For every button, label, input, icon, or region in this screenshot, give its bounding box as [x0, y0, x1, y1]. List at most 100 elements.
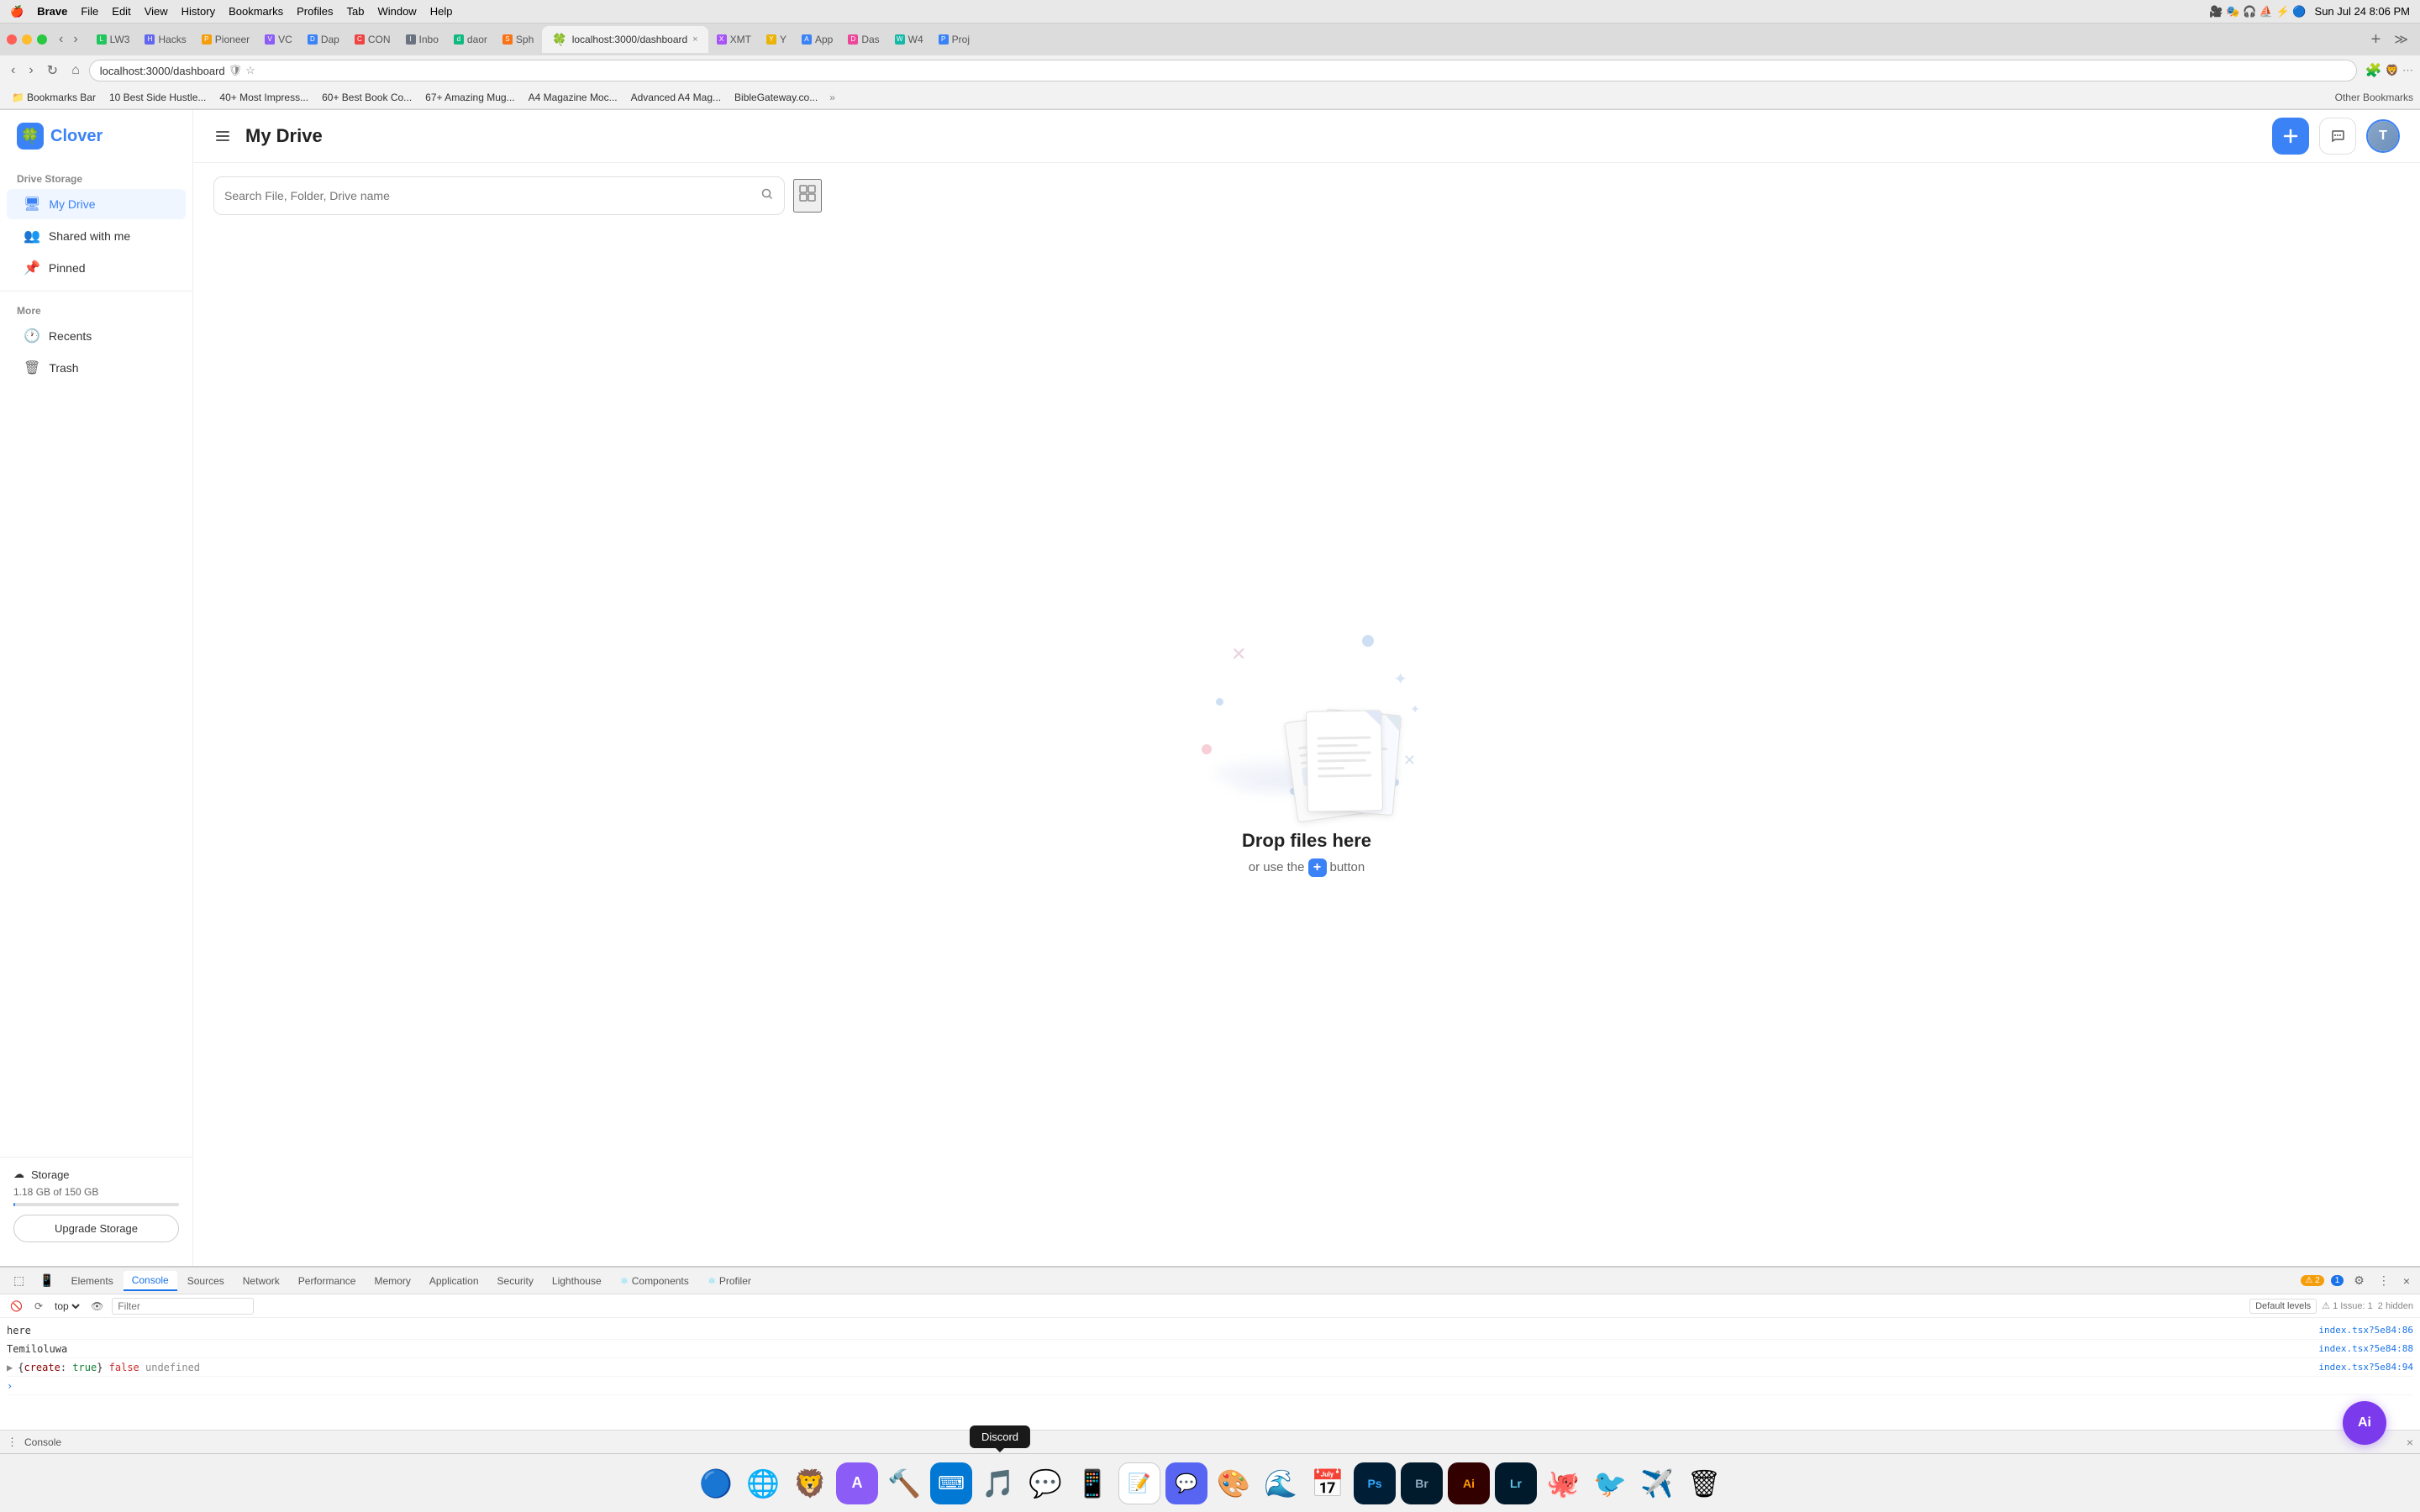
tab-con[interactable]: C CON	[348, 28, 397, 51]
dock-arc[interactable]: A	[836, 1462, 878, 1504]
dock-notion[interactable]: 📝	[1118, 1462, 1160, 1504]
bookmark-book[interactable]: 60+ Best Book Co...	[317, 90, 417, 105]
back-button[interactable]: ‹	[55, 30, 66, 49]
devtools-tab-application[interactable]: Application	[421, 1272, 487, 1290]
bookmark-mug[interactable]: 67+ Amazing Mug...	[420, 90, 519, 105]
console-link-name[interactable]: index.tsx?5e84:88	[2318, 1343, 2413, 1354]
dock-webflow[interactable]: 🌊	[1260, 1462, 1302, 1504]
devtools-tab-sources[interactable]: Sources	[179, 1272, 233, 1290]
chevron-icon[interactable]: ▶	[7, 1362, 13, 1373]
sidebar-item-trash[interactable]: 🗑 Trash	[7, 353, 186, 383]
menu-toggle-button[interactable]	[213, 127, 232, 145]
sidebar-item-recents[interactable]: 🕐 Recents	[7, 321, 186, 351]
console-top-select[interactable]: top	[51, 1299, 82, 1313]
sidebar-item-shared-with-me[interactable]: 👥 Shared with me	[7, 221, 186, 251]
console-filter-button[interactable]: ⟳	[31, 1299, 46, 1314]
sidebar-item-my-drive[interactable]: 🖥 My Drive	[7, 189, 186, 219]
user-avatar[interactable]: T	[2366, 119, 2400, 153]
devtools-inspect-button[interactable]: ⬚	[7, 1272, 31, 1289]
refresh-button[interactable]: ↻	[43, 60, 62, 81]
devtools-close-status-button[interactable]: ×	[2407, 1436, 2413, 1449]
devtools-menu-button[interactable]: ⋮	[7, 1436, 18, 1449]
back-nav-button[interactable]: ‹	[7, 61, 19, 80]
minimize-window-button[interactable]	[22, 34, 32, 45]
dock-vscode[interactable]: ⌨	[930, 1462, 972, 1504]
tab-y[interactable]: Y Y	[760, 28, 793, 51]
dock-twitter[interactable]: 🐦	[1589, 1462, 1631, 1504]
tab-proj[interactable]: P Proj	[932, 28, 976, 51]
file-menu[interactable]: File	[81, 5, 98, 18]
devtools-tab-network[interactable]: Network	[234, 1272, 288, 1290]
window-menu[interactable]: Window	[377, 5, 416, 18]
dock-photoshop[interactable]: Ps	[1354, 1462, 1396, 1504]
app-logo[interactable]: 🍀 Clover	[0, 123, 192, 166]
devtools-tab-components[interactable]: ⚛ Components	[612, 1272, 697, 1290]
drop-zone[interactable]: ✕ ✕ ✦ ✦	[193, 228, 2420, 1266]
dock-messages[interactable]: 💬	[1024, 1462, 1066, 1504]
search-button[interactable]	[760, 187, 774, 205]
devtools-tab-lighthouse[interactable]: Lighthouse	[544, 1272, 610, 1290]
tab-vc[interactable]: V VC	[258, 28, 299, 51]
tab-app[interactable]: A App	[795, 28, 839, 51]
dock-discord[interactable]: 💬	[1165, 1462, 1207, 1504]
dock-trash[interactable]: 🗑	[1683, 1462, 1725, 1504]
tab-sph[interactable]: S Sph	[496, 28, 540, 51]
other-bookmarks[interactable]: Other Bookmarks	[2335, 92, 2413, 103]
star-icon[interactable]: ☆	[245, 64, 255, 77]
devtools-tab-security[interactable]: Security	[489, 1272, 542, 1290]
dock-xcode[interactable]: 🔨	[883, 1462, 925, 1504]
sidebar-item-pinned[interactable]: 📌 Pinned	[7, 253, 186, 283]
tab-pioneer[interactable]: P Pioneer	[195, 28, 256, 51]
default-levels-button[interactable]: Default levels	[2249, 1299, 2317, 1314]
home-button[interactable]: ⌂	[67, 61, 84, 80]
tab-inbox[interactable]: I Inbo	[399, 28, 445, 51]
dock-github[interactable]: 🐙	[1542, 1462, 1584, 1504]
dock-bridge[interactable]: Br	[1401, 1462, 1443, 1504]
help-menu[interactable]: Help	[430, 5, 453, 18]
console-clear-button[interactable]: 🚫	[7, 1299, 26, 1314]
devtools-close-button[interactable]: ×	[2400, 1273, 2413, 1289]
dock-lightroom[interactable]: Lr	[1495, 1462, 1537, 1504]
issues-count[interactable]: ⚠ 1 Issue: 1	[2322, 1300, 2373, 1311]
dock-telegram[interactable]: ✈️	[1636, 1462, 1678, 1504]
dock-figma[interactable]: 🎨	[1213, 1462, 1255, 1504]
shield-icon[interactable]: 🛡	[229, 64, 243, 77]
tab-dap[interactable]: D Dap	[301, 28, 346, 51]
edit-menu[interactable]: Edit	[112, 5, 130, 18]
upgrade-storage-button[interactable]: Upgrade Storage	[13, 1215, 179, 1242]
bookmark-side-hustle[interactable]: 10 Best Side Hustle...	[104, 90, 211, 105]
console-filter-input[interactable]	[112, 1298, 254, 1315]
url-input[interactable]: localhost:3000/dashboard 🛡 ☆	[89, 60, 2357, 81]
dock-cal[interactable]: 📅	[1307, 1462, 1349, 1504]
tab-w4[interactable]: W W4	[888, 28, 930, 51]
dock-finder[interactable]: 🔵	[695, 1462, 737, 1504]
add-button[interactable]	[2272, 118, 2309, 155]
tab-dao[interactable]: d daor	[447, 28, 494, 51]
forward-nav-button[interactable]: ›	[24, 61, 37, 80]
dock-brave[interactable]: 🦁	[789, 1462, 831, 1504]
ai-badge[interactable]: Ai	[2343, 1401, 2386, 1445]
view-menu[interactable]: View	[145, 5, 168, 18]
devtools-more-button[interactable]: ⋮	[2375, 1272, 2393, 1289]
tab-close-button[interactable]: ×	[692, 34, 697, 45]
extensions-button[interactable]: 🧩	[2365, 62, 2382, 79]
profiles-menu[interactable]: Profiles	[297, 5, 333, 18]
console-link-here[interactable]: index.tsx?5e84:86	[2318, 1325, 2413, 1336]
devtools-tab-memory[interactable]: Memory	[366, 1272, 418, 1290]
devtools-tab-elements[interactable]: Elements	[63, 1272, 122, 1290]
new-tab-button[interactable]: +	[2365, 29, 2388, 51]
tab-lw3[interactable]: L LW3	[90, 28, 137, 51]
devtools-tab-performance[interactable]: Performance	[290, 1272, 365, 1290]
maximize-window-button[interactable]	[37, 34, 47, 45]
bookmarks-menu[interactable]: Bookmarks	[229, 5, 283, 18]
bookmark-bible[interactable]: BibleGateway.co...	[729, 90, 823, 105]
tab-menu[interactable]: Tab	[346, 5, 364, 18]
chat-button[interactable]	[2319, 118, 2356, 155]
brave-menu[interactable]: Brave	[37, 5, 67, 18]
close-window-button[interactable]	[7, 34, 17, 45]
tab-active-dashboard[interactable]: 🍀 localhost:3000/dashboard ×	[542, 26, 708, 53]
dock-whatsapp[interactable]: 📱	[1071, 1462, 1113, 1504]
tabs-overflow-button[interactable]: ≫	[2389, 29, 2413, 50]
devtools-settings-button[interactable]: ⚙	[2350, 1272, 2368, 1289]
tab-xmt[interactable]: X XMT	[710, 28, 758, 51]
